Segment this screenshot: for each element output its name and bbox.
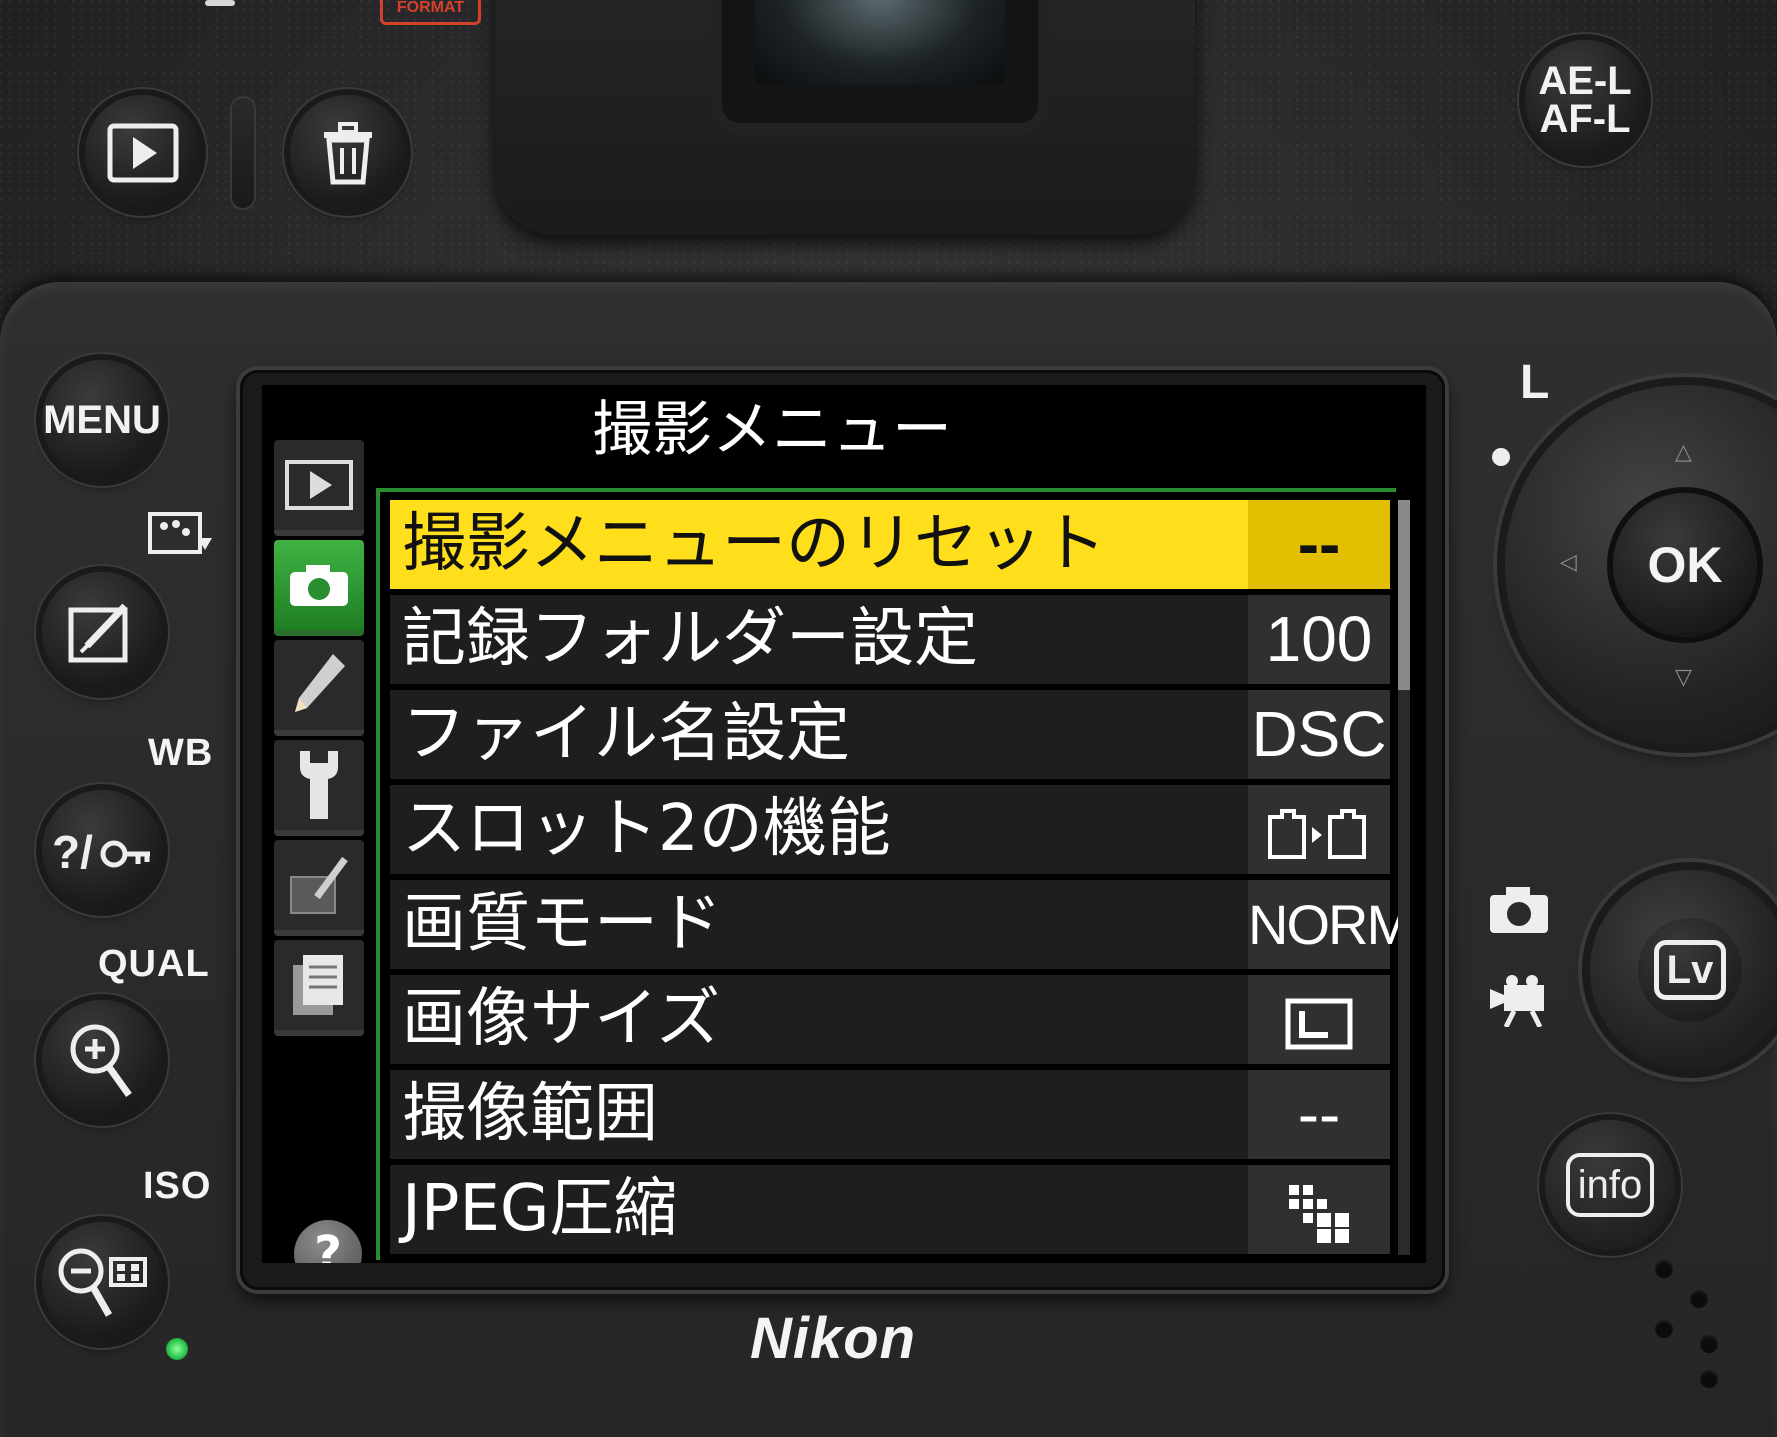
menu-item-slot2-role[interactable]: スロット2の機能 (390, 785, 1390, 874)
menu-item-label: 画像サイズ (402, 982, 721, 1056)
zoom-in-button[interactable] (42, 1000, 162, 1120)
menu-item-value: 100 (1248, 595, 1390, 684)
zoom-out-thumbnail-icon (58, 1248, 147, 1317)
menu-item-storage-folder[interactable]: 記録フォルダー設定 100 (390, 595, 1390, 684)
image-size-large-icon (1285, 998, 1353, 1050)
format-label: FORMAT (380, 0, 481, 25)
viewfinder-glass (755, 0, 1005, 85)
photo-mode-icon (1490, 887, 1548, 933)
tab-shooting-menu[interactable] (274, 540, 364, 636)
info-label: info (1565, 1153, 1655, 1217)
lv-label: Lv (1653, 940, 1727, 1000)
lv-face: Lv (1638, 918, 1742, 1022)
picture-control-icon (148, 512, 212, 554)
arrow-down-icon: ▽ (1675, 665, 1692, 690)
iso-label: ISO (143, 1165, 212, 1207)
menu-item-reset-shooting-menu[interactable]: 撮影メニューのリセット -- (390, 500, 1390, 589)
qual-label: QUAL (98, 943, 210, 985)
movie-mode-icon (1490, 975, 1544, 1027)
svg-text:?/: ?/ (52, 826, 93, 878)
menu-item-label: 記録フォルダー設定 (402, 602, 978, 676)
menu-title: 撮影メニュー (592, 395, 952, 465)
tab-recent-settings[interactable] (274, 940, 364, 1036)
menu-item-image-size[interactable]: 画像サイズ (390, 975, 1390, 1064)
menu-item-value (1248, 1165, 1390, 1254)
menu-item-file-naming[interactable]: ファイル名設定 DSC (390, 690, 1390, 779)
scrollbar[interactable] (1398, 500, 1410, 1255)
zoom-in-icon (70, 1024, 132, 1098)
menu-item-label: JPEG圧縮 (402, 1172, 678, 1246)
menu-item-value: -- (1248, 1070, 1390, 1159)
menu-item-jpeg-compression[interactable]: JPEG圧縮 (390, 1165, 1390, 1254)
pencil-icon (295, 654, 345, 712)
wb-label: WB (148, 732, 214, 774)
camera-icon (290, 565, 348, 606)
scrollbar-thumb[interactable] (1398, 500, 1410, 690)
ae-lock-button[interactable]: AE-L AF-L (1525, 40, 1645, 160)
play-icon (285, 460, 353, 510)
menu-item-value (1248, 975, 1390, 1064)
menu-item-value: NORM (1248, 880, 1413, 969)
menu-item-image-area[interactable]: 撮像範囲 -- (390, 1070, 1390, 1159)
menu-tabs: ? (274, 440, 372, 1263)
menu-item-value: -- (1248, 500, 1390, 589)
retouch-button[interactable] (42, 572, 162, 692)
button-divider (232, 98, 254, 208)
help-protect-button[interactable]: ?/ (42, 790, 162, 910)
menu-item-label: 撮影メニューのリセット (402, 507, 1106, 581)
help-protect-icon: ?/ (52, 826, 150, 878)
compression-icon (1289, 1185, 1349, 1244)
trash-icon (323, 121, 372, 184)
arrow-left-icon: ◁ (1560, 550, 1577, 575)
tab-setup-menu[interactable] (274, 740, 364, 836)
menu-item-label: スロット2の機能 (402, 792, 891, 866)
live-view-button[interactable]: Lv (1590, 870, 1777, 1070)
menu-frame-top (376, 488, 1396, 492)
menu-item-label: 撮像範囲 (402, 1077, 658, 1151)
menu-button[interactable]: MENU (42, 360, 162, 480)
delete-button[interactable] (290, 95, 405, 210)
card-overflow-icon (1268, 809, 1366, 860)
arrow-up-icon: △ (1675, 440, 1692, 465)
speaker-hole (1655, 1320, 1673, 1338)
document-stack-icon (293, 955, 343, 1015)
menu-item-value: DSC (1248, 690, 1390, 779)
zoom-out-button[interactable] (42, 1222, 162, 1342)
retouch-brush-icon (290, 856, 348, 914)
speaker-hole (1690, 1290, 1708, 1308)
menu-item-label: ファイル名設定 (402, 697, 850, 771)
tab-retouch-menu[interactable] (274, 840, 364, 936)
speaker-hole (1700, 1335, 1718, 1353)
help-icon[interactable]: ? (294, 1220, 362, 1263)
wrench-icon (300, 751, 338, 819)
card-access-led (166, 1338, 188, 1360)
speaker-hole (1700, 1370, 1718, 1388)
viewfinder-eyepiece (495, 0, 1195, 235)
menu-item-label: 画質モード (402, 887, 722, 961)
speaker-hole (1655, 1260, 1673, 1278)
retouch-icon (68, 603, 128, 663)
menu-item-value (1248, 785, 1390, 874)
tab-playback-menu[interactable] (274, 440, 364, 536)
brand-logo: Nikon (750, 1306, 917, 1371)
playback-button[interactable] (85, 95, 200, 210)
ok-button[interactable]: OK (1613, 493, 1757, 637)
top-indicator (205, 0, 235, 6)
lock-switch-label: L (1520, 356, 1550, 409)
menu-list: 撮影メニューのリセット -- 記録フォルダー設定 100 ファイル名設定 DSC… (390, 500, 1413, 1260)
menu-item-image-quality[interactable]: 画質モード NORM (390, 880, 1413, 969)
lcd-monitor: 撮影メニュー ? 撮影メニューのリセット -- 記録フォルダー設定 100 ファ… (262, 385, 1426, 1263)
tab-custom-settings[interactable] (274, 640, 364, 736)
eyepiece-frame (710, 0, 1050, 135)
lock-indicator-dot (1492, 448, 1510, 466)
info-button[interactable]: info (1545, 1120, 1675, 1250)
menu-frame-left (376, 490, 380, 1260)
play-icon (107, 123, 178, 182)
